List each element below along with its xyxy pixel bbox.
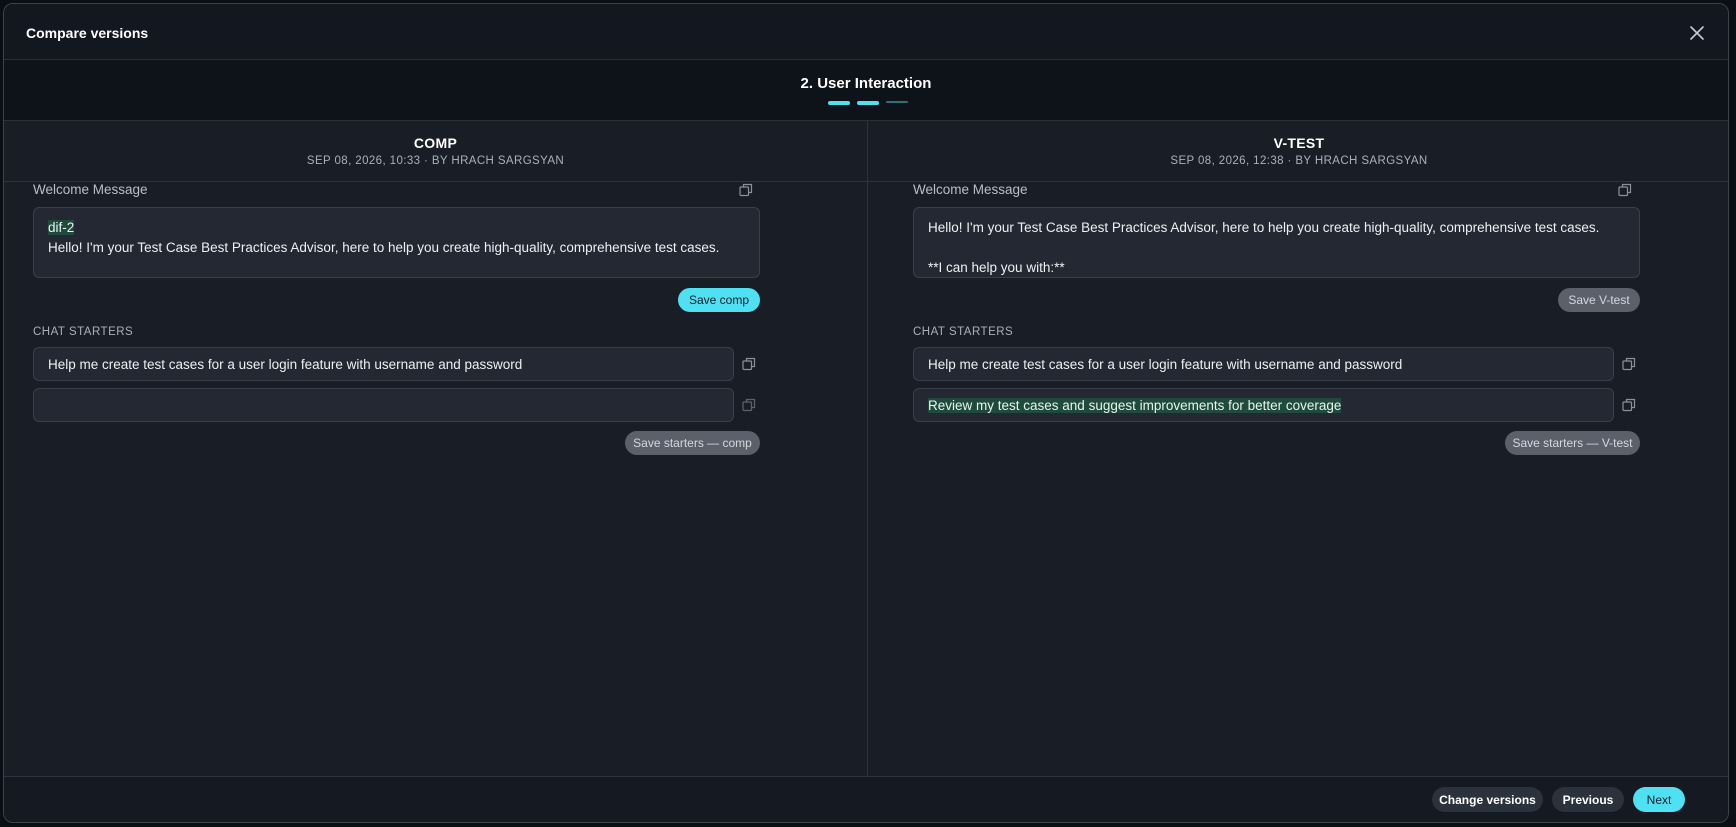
welcome-message-box[interactable]: Hello! I'm your Test Case Best Practices…: [913, 207, 1640, 278]
version-header-right: V-TEST SEP 08, 2026, 12:38 · BY HRACH SA…: [868, 121, 1728, 182]
welcome-message-text: **I can help you with:**: [928, 260, 1065, 275]
version-columns: COMP SEP 08, 2026, 10:33 · BY HRACH SARG…: [4, 121, 1728, 779]
chat-starters-label: CHAT STARTERS: [913, 326, 1014, 338]
step-dot: [886, 101, 908, 103]
step-dot: [857, 101, 879, 105]
version-column-right: V-TEST SEP 08, 2026, 12:38 · BY HRACH SA…: [868, 121, 1728, 779]
version-name: COMP: [413, 135, 458, 151]
chat-starter-field[interactable]: Help me create test cases for a user log…: [913, 347, 1614, 381]
chat-starter-field[interactable]: Help me create test cases for a user log…: [33, 347, 734, 381]
step-dot: [828, 101, 850, 105]
diff-highlight: dif-2: [48, 220, 75, 235]
step-title: 2. User Interaction: [800, 75, 932, 92]
version-column-left: COMP SEP 08, 2026, 10:33 · BY HRACH SARG…: [4, 121, 868, 779]
chat-starter-field[interactable]: [33, 388, 734, 422]
copy-icon[interactable]: [742, 357, 756, 371]
copy-icon[interactable]: [1618, 183, 1632, 197]
save-v-test-button[interactable]: Save V-test: [1558, 288, 1640, 312]
save-starters-v-test-button[interactable]: Save starters — V-test: [1505, 431, 1640, 455]
previous-button[interactable]: Previous: [1552, 787, 1624, 812]
version-header-left: COMP SEP 08, 2026, 10:33 · BY HRACH SARG…: [4, 121, 867, 182]
close-icon[interactable]: [1686, 22, 1708, 44]
next-button[interactable]: Next: [1633, 787, 1685, 812]
compare-versions-dialog: Compare versions 2. User Interaction COM…: [3, 3, 1729, 823]
chat-starter-field[interactable]: Review my test cases and suggest improve…: [913, 388, 1614, 422]
welcome-message-label: Welcome Message: [913, 182, 1028, 197]
diff-highlight: Review my test cases and suggest improve…: [928, 398, 1342, 413]
version-meta: SEP 08, 2026, 12:38 · BY HRACH SARGSYAN: [1170, 155, 1428, 167]
copy-icon[interactable]: [1622, 398, 1636, 412]
copy-icon[interactable]: [1622, 357, 1636, 371]
welcome-message-box[interactable]: dif-2 Hello! I'm your Test Case Best Pra…: [33, 207, 760, 278]
welcome-message-label: Welcome Message: [33, 182, 148, 197]
dialog-header: Compare versions: [4, 4, 1728, 60]
change-versions-button[interactable]: Change versions: [1432, 787, 1543, 812]
stepper: 2. User Interaction: [4, 60, 1728, 121]
welcome-message-text: Hello! I'm your Test Case Best Practices…: [928, 220, 1600, 235]
version-meta: SEP 08, 2026, 10:33 · BY HRACH SARGSYAN: [306, 155, 565, 167]
dialog-footer: Change versions Previous Next: [4, 776, 1728, 822]
chat-starters-label: CHAT STARTERS: [33, 326, 134, 338]
welcome-message-text: Hello! I'm your Test Case Best Practices…: [48, 240, 720, 255]
dialog-title: Compare versions: [26, 25, 149, 41]
save-comp-button[interactable]: Save comp: [678, 288, 760, 312]
version-name: V-TEST: [1273, 135, 1325, 151]
copy-icon[interactable]: [739, 183, 753, 197]
save-starters-comp-button[interactable]: Save starters — comp: [625, 431, 760, 455]
copy-icon[interactable]: [742, 398, 756, 412]
